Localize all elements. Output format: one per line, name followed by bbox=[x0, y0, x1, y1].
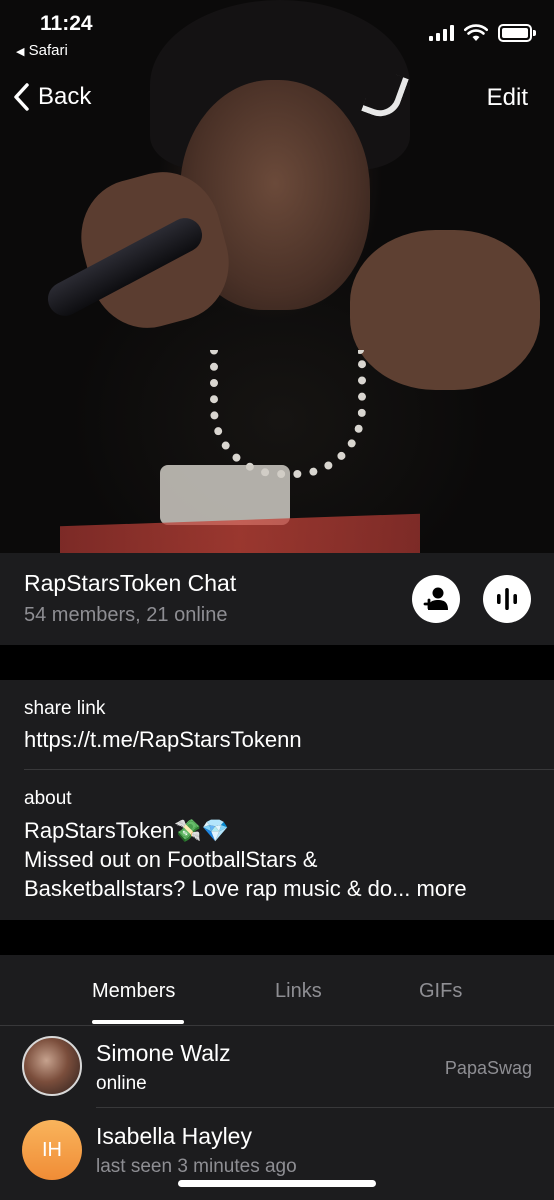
about-line: RapStarsToken💸💎 bbox=[24, 818, 230, 843]
tab-members[interactable]: Members bbox=[92, 980, 175, 1003]
photo-chain-shape bbox=[210, 350, 366, 478]
back-to-app-link[interactable]: ◀ Safari bbox=[16, 42, 68, 59]
share-link-label: share link bbox=[24, 698, 106, 719]
member-status: last seen 3 minutes ago bbox=[96, 1156, 297, 1177]
chevron-left-icon bbox=[14, 83, 29, 111]
about-line: Basketballstars? Love rap music & do... bbox=[24, 876, 411, 901]
tab-links[interactable]: Links bbox=[275, 980, 322, 1003]
photo-pendant-shape bbox=[160, 465, 290, 525]
status-time: 11:24 bbox=[40, 12, 93, 35]
about-description: RapStarsToken💸💎 Missed out on FootballSt… bbox=[24, 816, 544, 903]
battery-icon bbox=[498, 24, 536, 42]
wifi-icon bbox=[464, 24, 488, 41]
status-bar: 11:24 ◀ Safari bbox=[0, 0, 554, 70]
edit-button[interactable]: Edit bbox=[487, 84, 528, 112]
back-button[interactable]: Back bbox=[12, 82, 91, 112]
tab-gifs[interactable]: GIFs bbox=[419, 980, 462, 1003]
member-row[interactable]: Simone Walz online PapaSwag bbox=[0, 1026, 554, 1108]
back-to-app-label: Safari bbox=[28, 42, 68, 59]
member-name: Simone Walz bbox=[96, 1040, 231, 1066]
share-link-value[interactable]: https://t.me/RapStarsTokenn bbox=[24, 727, 302, 753]
voice-wave-icon bbox=[497, 588, 517, 610]
status-icons bbox=[429, 24, 536, 42]
chat-title: RapStarsToken Chat bbox=[24, 570, 237, 596]
about-line: Missed out on FootballStars & bbox=[24, 847, 318, 872]
member-count: 54 members, 21 online bbox=[24, 604, 228, 626]
member-tag: PapaSwag bbox=[444, 1058, 532, 1078]
back-button-label: Back bbox=[38, 83, 92, 110]
photo-hand-shape bbox=[350, 230, 540, 390]
avatar: IH bbox=[22, 1120, 82, 1180]
avatar bbox=[22, 1036, 82, 1096]
active-tab-indicator bbox=[92, 1020, 184, 1024]
member-row[interactable]: IH Isabella Hayley last seen 3 minutes a… bbox=[0, 1108, 554, 1190]
member-name: Isabella Hayley bbox=[96, 1123, 252, 1149]
tab-bar: Members Links GIFs bbox=[0, 955, 554, 1026]
add-person-icon bbox=[423, 587, 448, 610]
about-label: about bbox=[24, 788, 72, 809]
members-section: Members Links GIFs Simone Walz online Pa… bbox=[0, 955, 554, 1200]
about-line-3: Basketballstars? Love rap music & do... … bbox=[24, 874, 544, 903]
add-member-button[interactable] bbox=[412, 575, 460, 623]
divider bbox=[24, 769, 554, 770]
cellular-signal-icon bbox=[429, 25, 454, 41]
more-link[interactable]: more bbox=[417, 876, 467, 901]
photo-shirt-print-shape bbox=[60, 513, 420, 553]
voice-chat-button[interactable] bbox=[483, 575, 531, 623]
back-triangle-icon: ◀ bbox=[16, 46, 25, 58]
home-indicator[interactable] bbox=[178, 1180, 376, 1187]
chat-header-card: RapStarsToken Chat 54 members, 21 online bbox=[0, 553, 554, 645]
member-status: online bbox=[96, 1073, 147, 1094]
